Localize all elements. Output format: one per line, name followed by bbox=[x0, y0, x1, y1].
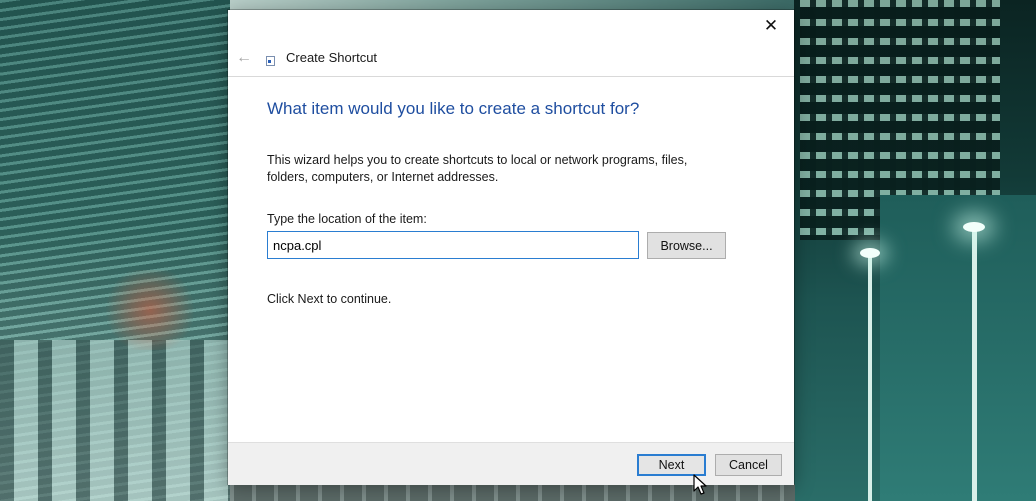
page-heading: What item would you like to create a sho… bbox=[267, 99, 640, 118]
wallpaper-red-lights bbox=[100, 270, 200, 350]
wallpaper-railway-tracks bbox=[230, 484, 795, 501]
dialog-titlebar: ✕ bbox=[228, 10, 794, 41]
mouse-pointer-icon bbox=[693, 474, 707, 495]
wallpaper-lamp-pole bbox=[868, 255, 872, 501]
wallpaper-street-lamp bbox=[963, 222, 985, 232]
browse-button[interactable]: Browse... bbox=[647, 232, 726, 259]
close-icon: ✕ bbox=[763, 15, 779, 35]
wizard-nav-bar: ← Create Shortcut bbox=[228, 41, 794, 77]
continue-hint: Click Next to continue. bbox=[267, 292, 392, 306]
cancel-button[interactable]: Cancel bbox=[715, 454, 782, 476]
next-button[interactable]: Next bbox=[637, 454, 706, 476]
dialog-footer: Next Cancel bbox=[228, 442, 794, 485]
wallpaper-tower bbox=[880, 195, 1036, 501]
wallpaper-lamp-pole bbox=[972, 228, 977, 501]
location-input[interactable] bbox=[267, 231, 639, 259]
location-label: Type the location of the item: bbox=[267, 212, 427, 226]
back-arrow-icon: ← bbox=[236, 49, 252, 66]
wallpaper-street-lamp bbox=[860, 248, 880, 258]
create-shortcut-dialog: ✕ ← Create Shortcut What item would you … bbox=[228, 10, 794, 485]
wallpaper-building-windows bbox=[0, 340, 230, 501]
close-button[interactable]: ✕ bbox=[748, 10, 794, 41]
wizard-description: This wizard helps you to create shortcut… bbox=[267, 153, 688, 184]
wizard-title: Create Shortcut bbox=[286, 50, 378, 65]
shortcut-wizard-icon bbox=[266, 56, 275, 66]
